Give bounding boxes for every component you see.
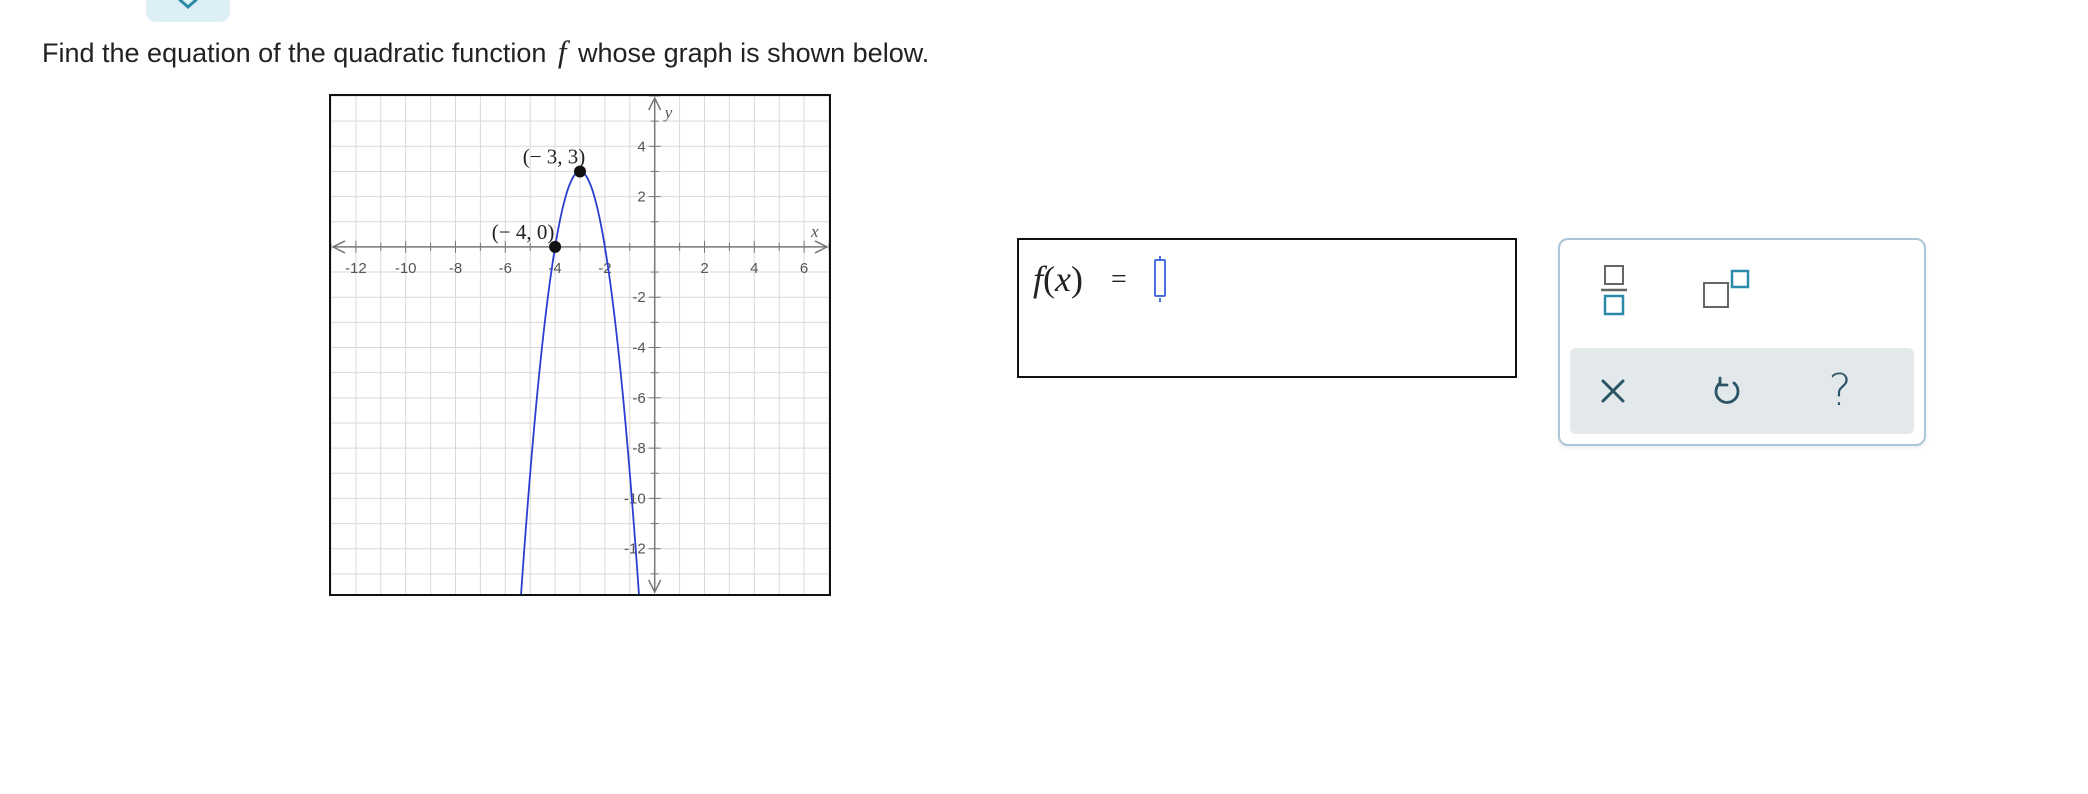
clear-icon	[1601, 379, 1625, 403]
undo-button[interactable]	[1699, 363, 1755, 419]
y-tick-label: -10	[624, 490, 646, 507]
x-tick-label: -8	[449, 260, 462, 277]
point-label: (− 4, 0)	[492, 220, 555, 244]
lhs-variable: x	[1055, 259, 1071, 299]
question-suffix: whose graph is shown below.	[578, 38, 930, 68]
question-text: Find the equation of the quadratic funct…	[42, 34, 929, 71]
fraction-button[interactable]	[1586, 262, 1642, 318]
answer-input[interactable]	[1151, 256, 1173, 302]
point-label: (− 3, 3)	[523, 144, 586, 168]
y-tick-label: 4	[637, 138, 645, 155]
y-tick-label: 2	[637, 189, 645, 206]
x-tick-label: -6	[499, 260, 512, 277]
caret-bottom	[1159, 298, 1161, 302]
answer-lhs: f(x)	[1033, 258, 1083, 300]
y-axis-label: y	[663, 103, 673, 122]
question-prefix: Find the equation of the quadratic funct…	[42, 38, 547, 68]
lhs-close-paren: )	[1071, 259, 1083, 299]
x-tick-label: 4	[750, 260, 758, 277]
function-variable: f	[557, 34, 567, 69]
x-tick-label: 6	[800, 260, 808, 277]
chevron-down-icon	[178, 0, 198, 9]
collapse-tab[interactable]	[146, 0, 230, 22]
exponent-button[interactable]	[1698, 262, 1754, 318]
answer-box[interactable]: f(x) =	[1017, 238, 1517, 378]
clear-button[interactable]	[1585, 363, 1641, 419]
undo-icon	[1714, 376, 1740, 404]
y-tick-label: -8	[632, 440, 645, 457]
exponent-icon	[1703, 269, 1750, 308]
x-tick-label: -10	[395, 260, 417, 277]
y-tick-label: -6	[632, 390, 645, 407]
help-button[interactable]: ?	[1812, 363, 1868, 419]
action-bar: ?	[1570, 348, 1914, 434]
y-tick-label: -2	[632, 289, 645, 306]
fraction-icon	[1601, 265, 1627, 316]
x-tick-label: -12	[345, 260, 367, 277]
math-toolbar: ?	[1558, 238, 1926, 446]
caret-top	[1159, 256, 1161, 260]
lhs-open-paren: (	[1043, 259, 1056, 299]
x-tick-label: 2	[700, 260, 708, 277]
help-icon: ?	[1828, 365, 1852, 416]
graph: -12 -10 -8 -6 -4 -2 2 4 6 4 2 -2 -4 -6 -8 -10 -12 x y (− 3,…	[329, 94, 831, 596]
input-placeholder-box	[1154, 259, 1166, 297]
lhs-function: f	[1033, 259, 1044, 299]
y-tick-label: -4	[632, 340, 645, 357]
x-axis-label: x	[810, 222, 819, 241]
graph-svg: -12 -10 -8 -6 -4 -2 2 4 642-2-4-6-8-10-12xy(− 3,…	[331, 96, 829, 594]
equals-sign: =	[1111, 264, 1127, 295]
